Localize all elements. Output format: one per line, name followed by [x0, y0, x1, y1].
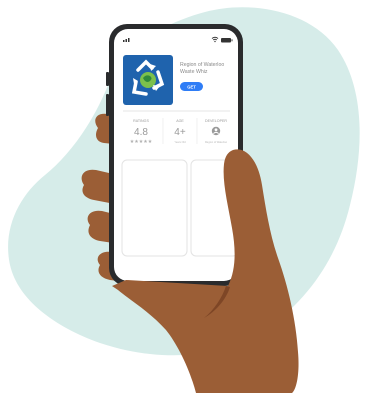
phone-side-button — [106, 72, 109, 86]
stat-developer-header: DEVELOPER — [205, 119, 227, 123]
phone: Region of Waterloo Waste Whiz GET RATING… — [106, 24, 243, 286]
stat-age-value: 4+ — [174, 127, 186, 138]
app-name-line1: Region of Waterloo — [180, 62, 224, 68]
battery-icon — [221, 38, 233, 43]
rating-stars: ★★★★★ — [130, 139, 153, 145]
app-name-line2: Waste Whiz — [180, 69, 208, 75]
developer-avatar-icon — [211, 126, 221, 136]
stat-age-sub: Years Old — [174, 140, 186, 144]
get-button-label: GET — [187, 84, 196, 89]
stat-ratings-header: RATINGS — [133, 119, 149, 123]
stat-ratings-value: 4.8 — [134, 127, 148, 138]
stat-developer-sub: Region of Waterloo — [205, 140, 228, 144]
screenshot-preview[interactable] — [121, 159, 188, 257]
hand-holding-phone-illustration: Region of Waterloo Waste Whiz GET RATING… — [8, 7, 360, 393]
get-button[interactable]: GET — [180, 82, 203, 91]
phone-volume-button — [106, 94, 109, 116]
stat-age-header: AGE — [176, 119, 184, 123]
recycle-globe-icon[interactable] — [123, 55, 173, 105]
illustration-stage: Region of Waterloo Waste Whiz GET RATING… — [0, 0, 366, 393]
